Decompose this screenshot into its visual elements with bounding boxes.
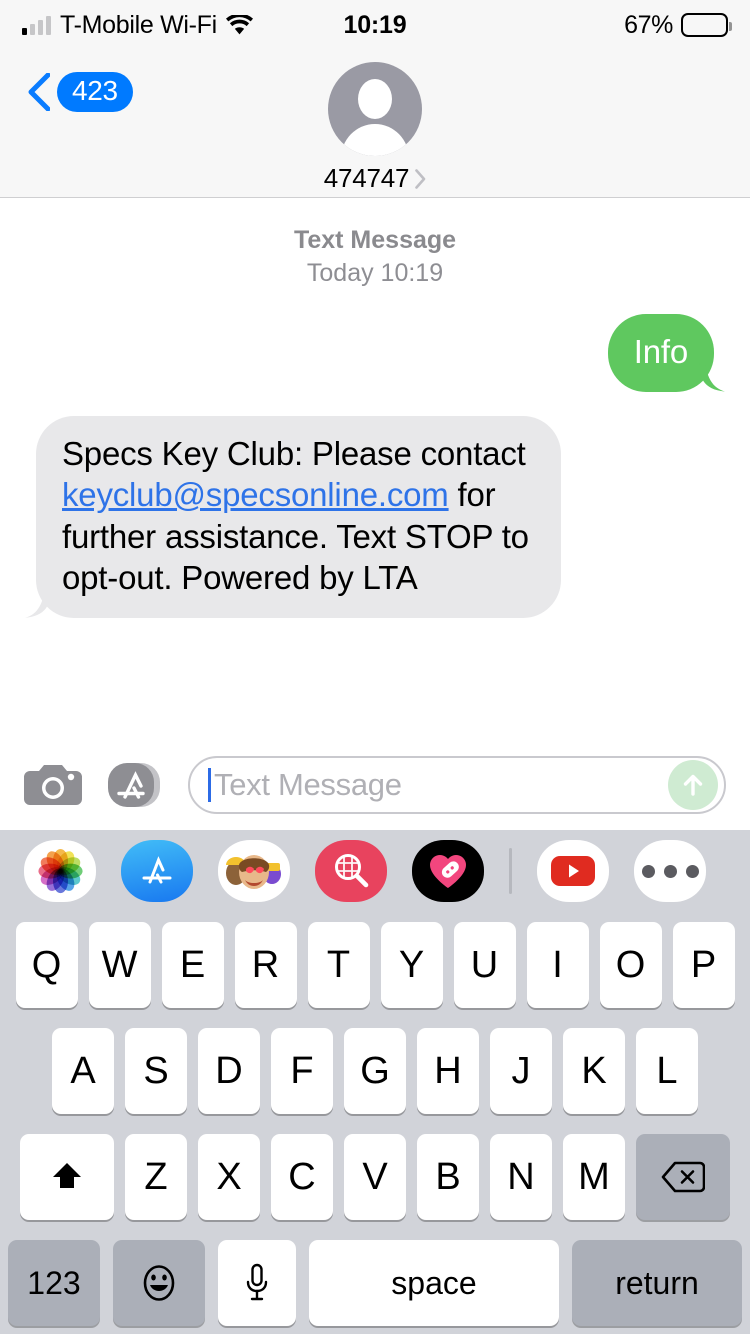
key-k[interactable]: K <box>563 1028 625 1114</box>
keyboard-row-1: QWERTYUIOP <box>0 922 750 1008</box>
photos-app-icon[interactable] <box>24 840 96 902</box>
key-b[interactable]: B <box>417 1134 479 1220</box>
key-v[interactable]: V <box>344 1134 406 1220</box>
space-key[interactable]: space <box>309 1240 559 1326</box>
contact-header[interactable]: 474747 <box>0 62 750 194</box>
key-l[interactable]: L <box>636 1028 698 1114</box>
contact-name-row: 474747 <box>0 163 750 194</box>
key-z[interactable]: Z <box>125 1134 187 1220</box>
youtube-app-icon[interactable] <box>537 840 609 902</box>
memoji-stickers-app-icon[interactable] <box>218 840 290 902</box>
navigation-bar: 423 474747 <box>0 50 750 198</box>
app-store-app-icon[interactable] <box>121 840 193 902</box>
on-screen-keyboard: QWERTYUIOP ASDFGHJKL ZXCVBNM 123 space r… <box>0 912 750 1334</box>
send-button[interactable] <box>668 760 718 810</box>
message-row-outgoing: Info <box>20 314 730 392</box>
key-c[interactable]: C <box>271 1134 333 1220</box>
ellipsis-icon <box>641 864 699 878</box>
shift-key[interactable] <box>20 1134 114 1220</box>
dictation-key[interactable] <box>218 1240 296 1326</box>
key-q[interactable]: Q <box>15 922 78 1008</box>
key-m[interactable]: M <box>563 1134 625 1220</box>
key-g[interactable]: G <box>344 1028 406 1114</box>
numbers-key[interactable]: 123 <box>8 1240 100 1326</box>
message-input-placeholder: Text Message <box>214 767 402 802</box>
message-text-before: Specs Key Club: Please contact <box>62 434 526 472</box>
messages-screen: T-Mobile Wi-Fi 10:19 67% 423 474747 Text… <box>0 0 750 1334</box>
emoji-key[interactable] <box>113 1240 205 1326</box>
key-a[interactable]: A <box>52 1028 114 1114</box>
message-bubble-incoming[interactable]: Specs Key Club: Please contact keyclub@s… <box>36 415 561 618</box>
imessage-app-drawer <box>0 830 750 912</box>
battery-icon <box>681 13 732 37</box>
status-bar: T-Mobile Wi-Fi 10:19 67% <box>0 0 750 50</box>
keyboard-row-3: ZXCVBNM <box>0 1134 750 1220</box>
timestamp-when-label: Today 10:19 <box>306 259 444 287</box>
message-bubble-outgoing[interactable]: Info <box>607 314 714 392</box>
key-d[interactable]: D <box>198 1028 260 1114</box>
key-p[interactable]: P <box>672 922 735 1008</box>
keyboard-row-2: ASDFGHJKL <box>0 1028 750 1114</box>
contact-name-label: 474747 <box>323 163 410 193</box>
delete-key[interactable] <box>636 1134 730 1220</box>
key-y[interactable]: Y <box>380 922 443 1008</box>
key-h[interactable]: H <box>417 1028 479 1114</box>
thread-timestamp: Text Message Today 10:19 <box>20 224 730 290</box>
health-app-icon[interactable] <box>412 840 484 902</box>
message-thread: Text Message Today 10:19 Info Specs Key … <box>0 198 750 740</box>
app-drawer-divider <box>509 848 512 894</box>
message-row-incoming: Specs Key Club: Please contact keyclub@s… <box>20 415 730 618</box>
key-i[interactable]: I <box>526 922 589 1008</box>
key-u[interactable]: U <box>453 922 516 1008</box>
key-n[interactable]: N <box>490 1134 552 1220</box>
key-r[interactable]: R <box>234 922 297 1008</box>
key-o[interactable]: O <box>599 922 662 1008</box>
key-w[interactable]: W <box>88 922 151 1008</box>
input-toolbar: Text Message <box>0 740 750 830</box>
timestamp-kind-label: Text Message <box>293 226 457 254</box>
key-x[interactable]: X <box>198 1134 260 1220</box>
key-t[interactable]: T <box>307 922 370 1008</box>
chevron-right-icon <box>415 168 426 189</box>
camera-icon[interactable] <box>24 761 82 809</box>
person-avatar-icon <box>328 62 422 156</box>
return-key[interactable]: return <box>572 1240 742 1326</box>
key-s[interactable]: S <box>125 1028 187 1114</box>
message-input-field[interactable]: Text Message <box>188 756 726 814</box>
clock-label: 10:19 <box>343 10 407 39</box>
key-f[interactable]: F <box>271 1028 333 1114</box>
key-j[interactable]: J <box>490 1028 552 1114</box>
key-e[interactable]: E <box>161 922 224 1008</box>
more-apps-button[interactable] <box>634 840 706 902</box>
email-link[interactable]: keyclub@specsonline.com <box>62 476 449 513</box>
keyboard-row-4: 123 space return <box>0 1240 750 1326</box>
app-store-icon[interactable] <box>104 760 166 810</box>
text-cursor <box>208 768 211 802</box>
keyboard-row-3-letters: ZXCVBNM <box>125 1134 625 1220</box>
images-search-app-icon[interactable] <box>315 840 387 902</box>
